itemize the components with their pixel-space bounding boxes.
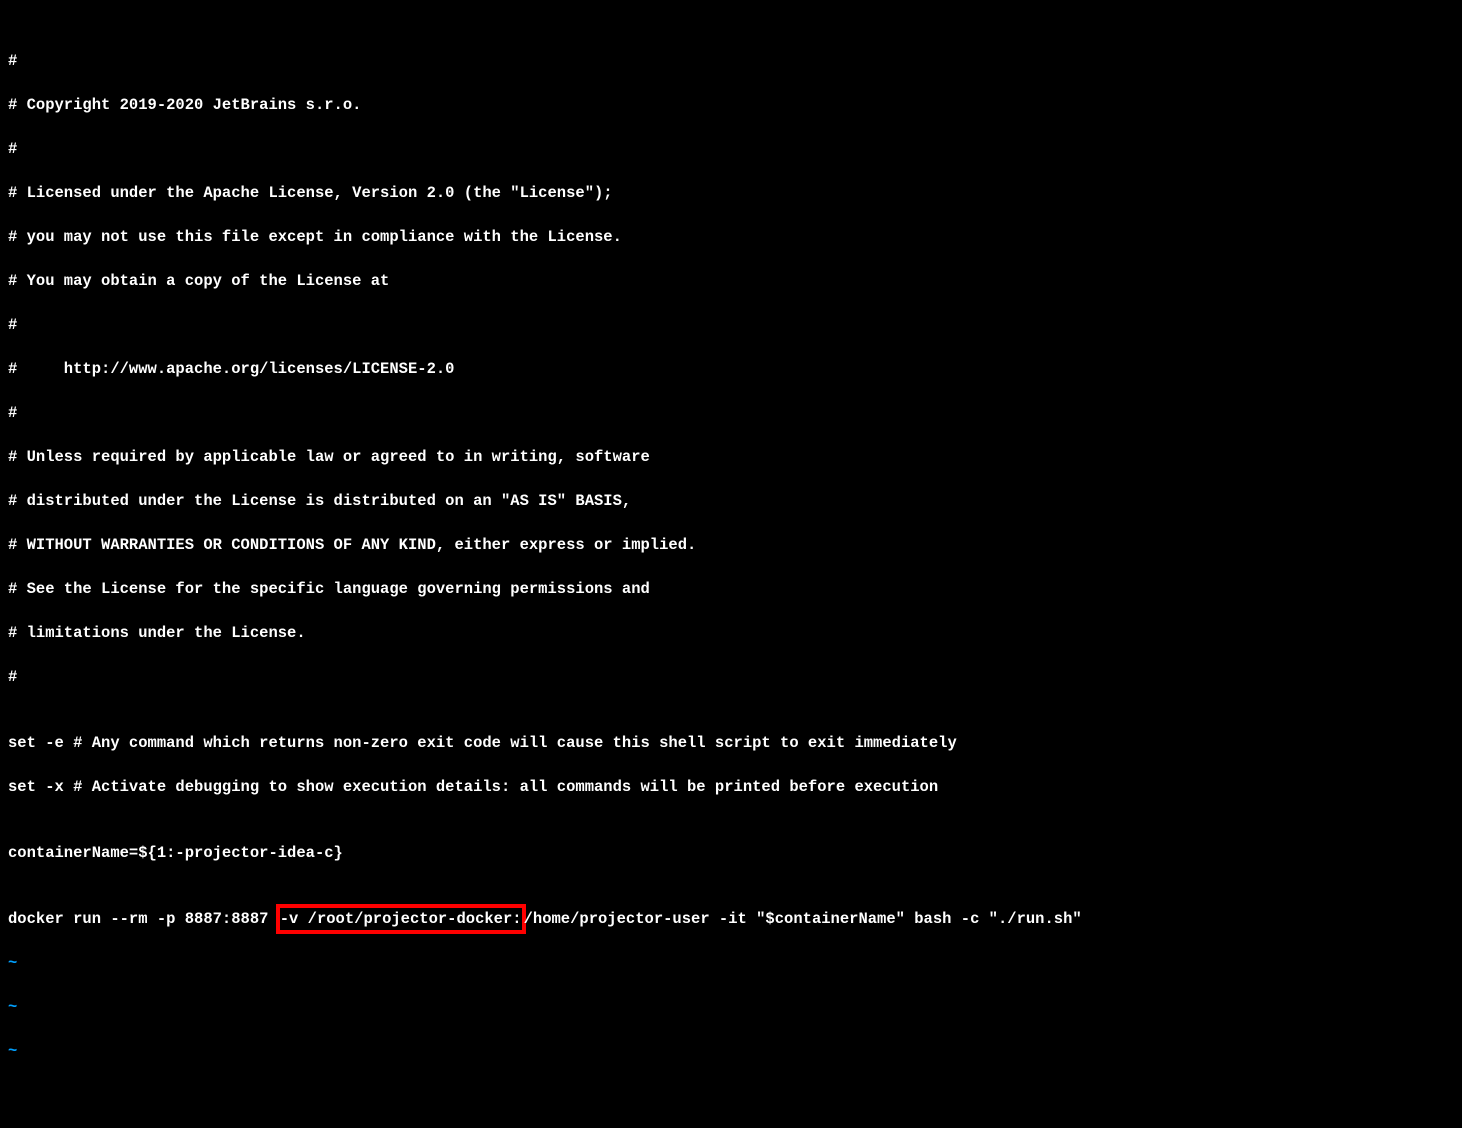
- code-line: containerName=${1:-projector-idea-c}: [8, 842, 1454, 864]
- code-line: # Licensed under the Apache License, Ver…: [8, 182, 1454, 204]
- code-line: #: [8, 402, 1454, 424]
- code-line: # distributed under the License is distr…: [8, 490, 1454, 512]
- code-line: # you may not use this file except in co…: [8, 226, 1454, 248]
- docker-run-line: docker run --rm -p 8887:8887 -v /root/pr…: [8, 908, 1454, 930]
- docker-run-post: /home/projector-user -it "$containerName…: [524, 910, 1082, 928]
- empty-line-tilde: ~: [8, 952, 1454, 974]
- code-line: #: [8, 314, 1454, 336]
- code-line: #: [8, 138, 1454, 160]
- code-line: set -x # Activate debugging to show exec…: [8, 776, 1454, 798]
- code-line: # WITHOUT WARRANTIES OR CONDITIONS OF AN…: [8, 534, 1454, 556]
- highlighted-volume-arg: -v /root/projector-docker:: [276, 904, 526, 934]
- code-line: # Unless required by applicable law or a…: [8, 446, 1454, 468]
- code-line: # You may obtain a copy of the License a…: [8, 270, 1454, 292]
- code-line: # Copyright 2019-2020 JetBrains s.r.o.: [8, 94, 1454, 116]
- code-line: #: [8, 50, 1454, 72]
- docker-run-pre: docker run --rm -p 8887:8887: [8, 910, 278, 928]
- empty-line-tilde: ~: [8, 996, 1454, 1018]
- code-line: set -e # Any command which returns non-z…: [8, 732, 1454, 754]
- code-line: #: [8, 666, 1454, 688]
- code-line: # See the License for the specific langu…: [8, 578, 1454, 600]
- code-line: # http://www.apache.org/licenses/LICENSE…: [8, 358, 1454, 380]
- code-line: # limitations under the License.: [8, 622, 1454, 644]
- empty-line-tilde: ~: [8, 1040, 1454, 1062]
